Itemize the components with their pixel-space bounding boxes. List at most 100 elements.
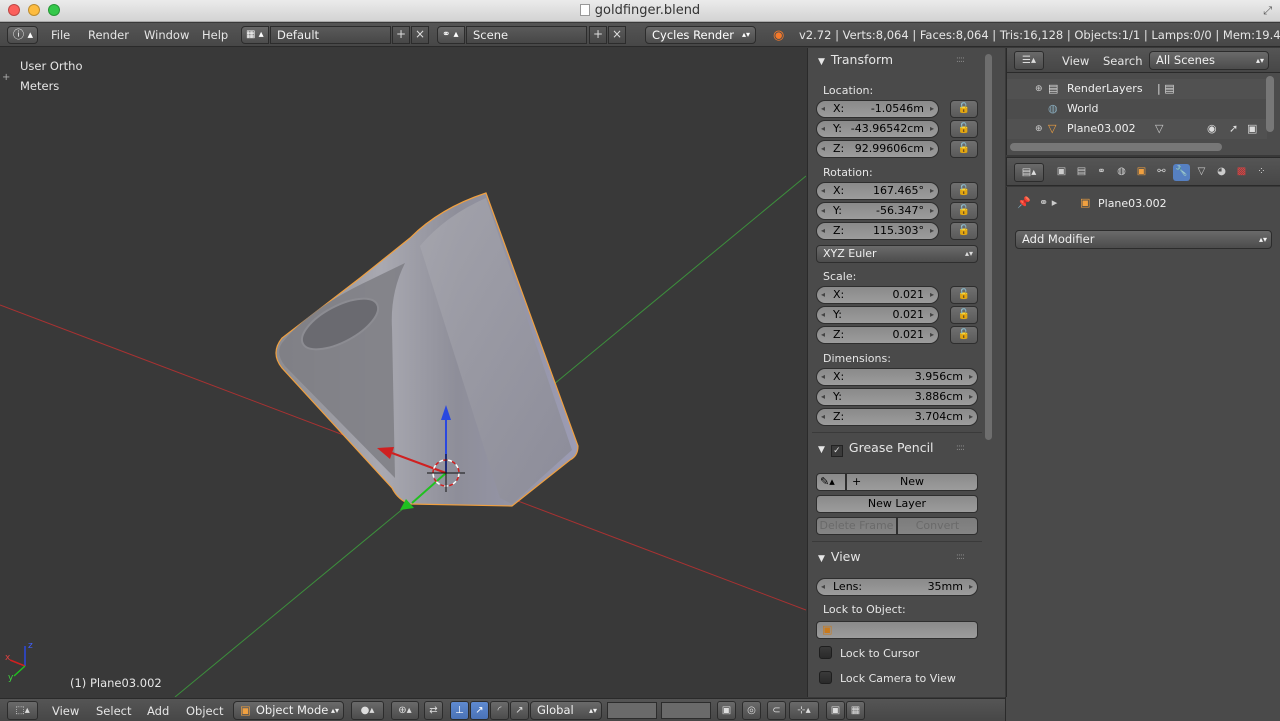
menu-view[interactable]: View bbox=[52, 704, 79, 718]
menu-object[interactable]: Object bbox=[186, 704, 223, 718]
editor-type-properties-icon[interactable]: ▤▴ bbox=[1014, 163, 1044, 182]
grease-pencil-new-button[interactable]: + New bbox=[846, 473, 978, 491]
lock-scale-z-icon[interactable]: 🔓 bbox=[950, 326, 978, 344]
expand-icon[interactable]: ⊕ bbox=[1035, 119, 1043, 139]
modifiers-tab-wrench-icon[interactable]: 🔧 bbox=[1173, 164, 1190, 181]
new-layer-button[interactable]: New Layer bbox=[816, 495, 978, 513]
interaction-mode-select[interactable]: ▣ Object Mode ▴▾ bbox=[233, 701, 344, 720]
proportional-editing-icon[interactable]: ◎ bbox=[742, 701, 761, 720]
add-scene-button[interactable]: + bbox=[589, 26, 607, 44]
rotate-arc-icon[interactable]: ◜ bbox=[490, 701, 509, 720]
lock-location-z-icon[interactable]: 🔓 bbox=[950, 140, 978, 158]
snap-magnet-icon[interactable]: ⊂ bbox=[767, 701, 786, 720]
scale-z-field[interactable]: ◂ Z: 0.021 ▸ bbox=[816, 326, 939, 344]
lens-field[interactable]: ◂ Lens: 35mm ▸ bbox=[816, 578, 978, 596]
texture-tab-icon[interactable]: ▩ bbox=[1233, 164, 1250, 181]
menu-help[interactable]: Help bbox=[202, 28, 228, 42]
3d-viewport[interactable]: User Ortho Meters + z x y (1) Plane03.00… bbox=[0, 48, 806, 697]
outliner-row[interactable]: ⊕ ▤ RenderLayers | ▤ bbox=[1007, 79, 1267, 99]
render-engine-select[interactable]: Cycles Render ▴▾ bbox=[645, 26, 756, 44]
render-tab-camera-icon[interactable]: ▣ bbox=[1053, 164, 1070, 181]
data-tab-mesh-icon[interactable]: ▽ bbox=[1193, 164, 1210, 181]
lock-rotation-y-icon[interactable]: 🔓 bbox=[950, 202, 978, 220]
dimensions-y-field[interactable]: ◂ Y: 3.886cm ▸ bbox=[816, 388, 978, 406]
delete-scene-button[interactable]: × bbox=[608, 26, 626, 44]
delete-layout-button[interactable]: × bbox=[411, 26, 429, 44]
constraints-tab-link-icon[interactable]: ⚯ bbox=[1153, 164, 1170, 181]
transform-panel-header[interactable]: ▼ Transform :::: bbox=[812, 49, 982, 71]
render-layers-tab-icon[interactable]: ▤ bbox=[1073, 164, 1090, 181]
editor-type-info-icon[interactable]: ⓘ ▴ bbox=[7, 26, 38, 44]
lock-camera-to-view-checkbox[interactable] bbox=[819, 671, 832, 684]
dimensions-z-field[interactable]: ◂ Z: 3.704cm ▸ bbox=[816, 408, 978, 426]
manipulator-toggle-icon[interactable]: ⇄ bbox=[424, 701, 443, 720]
fullscreen-icon[interactable]: ⤢ bbox=[1263, 4, 1272, 18]
particles-tab-icon[interactable]: ⁘ bbox=[1253, 164, 1270, 181]
outliner-row[interactable]: ◍ World bbox=[1007, 99, 1267, 119]
rotate-manipulator-icon[interactable]: ↗ bbox=[470, 701, 489, 720]
scene-icon[interactable]: ⚭ ▴ bbox=[437, 26, 465, 44]
grease-pencil-enable-checkbox[interactable]: ✓ bbox=[830, 445, 843, 457]
add-modifier-select[interactable]: Add Modifier ▴▾ bbox=[1015, 230, 1272, 249]
add-layout-button[interactable]: + bbox=[392, 26, 410, 44]
menu-select[interactable]: Select bbox=[96, 704, 131, 718]
screen-layout-icon[interactable]: ▦ ▴ bbox=[241, 26, 269, 44]
expand-icon[interactable]: ⊕ bbox=[1035, 79, 1043, 99]
translate-manipulator-icon[interactable]: ⊥ bbox=[450, 701, 469, 720]
outliner-row[interactable]: ⊕ ▽ Plane03.002 ▽ ◉ ➚ ▣ bbox=[1007, 119, 1267, 139]
lock-layers-icon[interactable]: ▣ bbox=[717, 701, 736, 720]
rotation-y-field[interactable]: ◂ Y: -56.347° ▸ bbox=[816, 202, 939, 220]
menu-render[interactable]: Render bbox=[88, 28, 129, 42]
pivot-point-icon[interactable]: ⊕▴ bbox=[391, 701, 419, 720]
lock-location-x-icon[interactable]: 🔓 bbox=[950, 100, 978, 118]
properties-region-scrollbar[interactable] bbox=[985, 54, 992, 440]
lock-object-field[interactable]: ▣ bbox=[816, 621, 978, 639]
outliner-vertical-scrollbar[interactable] bbox=[1266, 76, 1274, 132]
outliner-menu-search[interactable]: Search bbox=[1103, 54, 1143, 68]
drag-handle-icon[interactable]: :::: bbox=[956, 437, 965, 459]
scale-y-field[interactable]: ◂ Y: 0.021 ▸ bbox=[816, 306, 939, 324]
view-panel-header[interactable]: ▼ View :::: bbox=[812, 546, 982, 568]
location-y-field[interactable]: ◂ Y: -43.96542cm ▸ bbox=[816, 120, 939, 138]
editor-type-outliner-icon[interactable]: ☰▴ bbox=[1014, 51, 1044, 70]
object-tab-cube-icon[interactable]: ▣ bbox=[1133, 164, 1150, 181]
scene-layers-group-1[interactable] bbox=[607, 702, 657, 719]
lock-location-y-icon[interactable]: 🔓 bbox=[950, 120, 978, 138]
snap-element-icon[interactable]: ⊹▴ bbox=[789, 701, 819, 720]
rotation-mode-select[interactable]: XYZ Euler ▴▾ bbox=[816, 245, 978, 263]
transform-orientation-select[interactable]: Global ▴▾ bbox=[530, 701, 602, 720]
grease-pencil-panel-header[interactable]: ▼ ✓ Grease Pencil :::: bbox=[812, 437, 982, 459]
menu-add[interactable]: Add bbox=[147, 704, 169, 718]
outliner-filter-select[interactable]: All Scenes ▴▾ bbox=[1149, 51, 1269, 70]
opengl-render-animation-icon[interactable]: ▦ bbox=[846, 701, 865, 720]
selectable-cursor-icon[interactable]: ➚ bbox=[1229, 119, 1238, 139]
delete-frame-button[interactable]: Delete Frame bbox=[816, 517, 897, 535]
lock-rotation-x-icon[interactable]: 🔓 bbox=[950, 182, 978, 200]
rotation-x-field[interactable]: ◂ X: 167.465° ▸ bbox=[816, 182, 939, 200]
mesh-object[interactable] bbox=[275, 192, 579, 507]
location-x-field[interactable]: ◂ X: -1.0546m ▸ bbox=[816, 100, 939, 118]
grease-pencil-browse-icon[interactable]: ✎▴ bbox=[816, 473, 846, 491]
lock-rotation-z-icon[interactable]: 🔓 bbox=[950, 222, 978, 240]
pin-icon[interactable]: 📌 bbox=[1017, 196, 1031, 209]
opengl-render-image-icon[interactable]: ▣ bbox=[826, 701, 845, 720]
menu-file[interactable]: File bbox=[51, 28, 70, 42]
world-tab-icon[interactable]: ◍ bbox=[1113, 164, 1130, 181]
outliner-menu-view[interactable]: View bbox=[1062, 54, 1089, 68]
editor-type-3d-view-icon[interactable]: ⬚▴ bbox=[7, 701, 38, 720]
scale-x-field[interactable]: ◂ X: 0.021 ▸ bbox=[816, 286, 939, 304]
dimensions-x-field[interactable]: ◂ X: 3.956cm ▸ bbox=[816, 368, 978, 386]
lock-to-cursor-checkbox[interactable] bbox=[819, 646, 832, 659]
drag-handle-icon[interactable]: :::: bbox=[956, 49, 965, 71]
location-z-field[interactable]: ◂ Z: 92.99606cm ▸ bbox=[816, 140, 939, 158]
scale-manipulator-icon[interactable]: ↗ bbox=[510, 701, 529, 720]
renderable-camera-icon[interactable]: ▣ bbox=[1247, 119, 1257, 139]
lock-scale-x-icon[interactable]: 🔓 bbox=[950, 286, 978, 304]
drag-handle-icon[interactable]: :::: bbox=[956, 546, 965, 568]
viewport-shading-solid-icon[interactable]: ●▴ bbox=[351, 701, 384, 720]
scene-layers-group-2[interactable] bbox=[661, 702, 711, 719]
outliner-horizontal-scrollbar[interactable] bbox=[1010, 143, 1222, 151]
screen-layout-field[interactable]: Default bbox=[270, 26, 391, 44]
convert-button[interactable]: Convert bbox=[897, 517, 978, 535]
scene-field[interactable]: Scene bbox=[466, 26, 587, 44]
